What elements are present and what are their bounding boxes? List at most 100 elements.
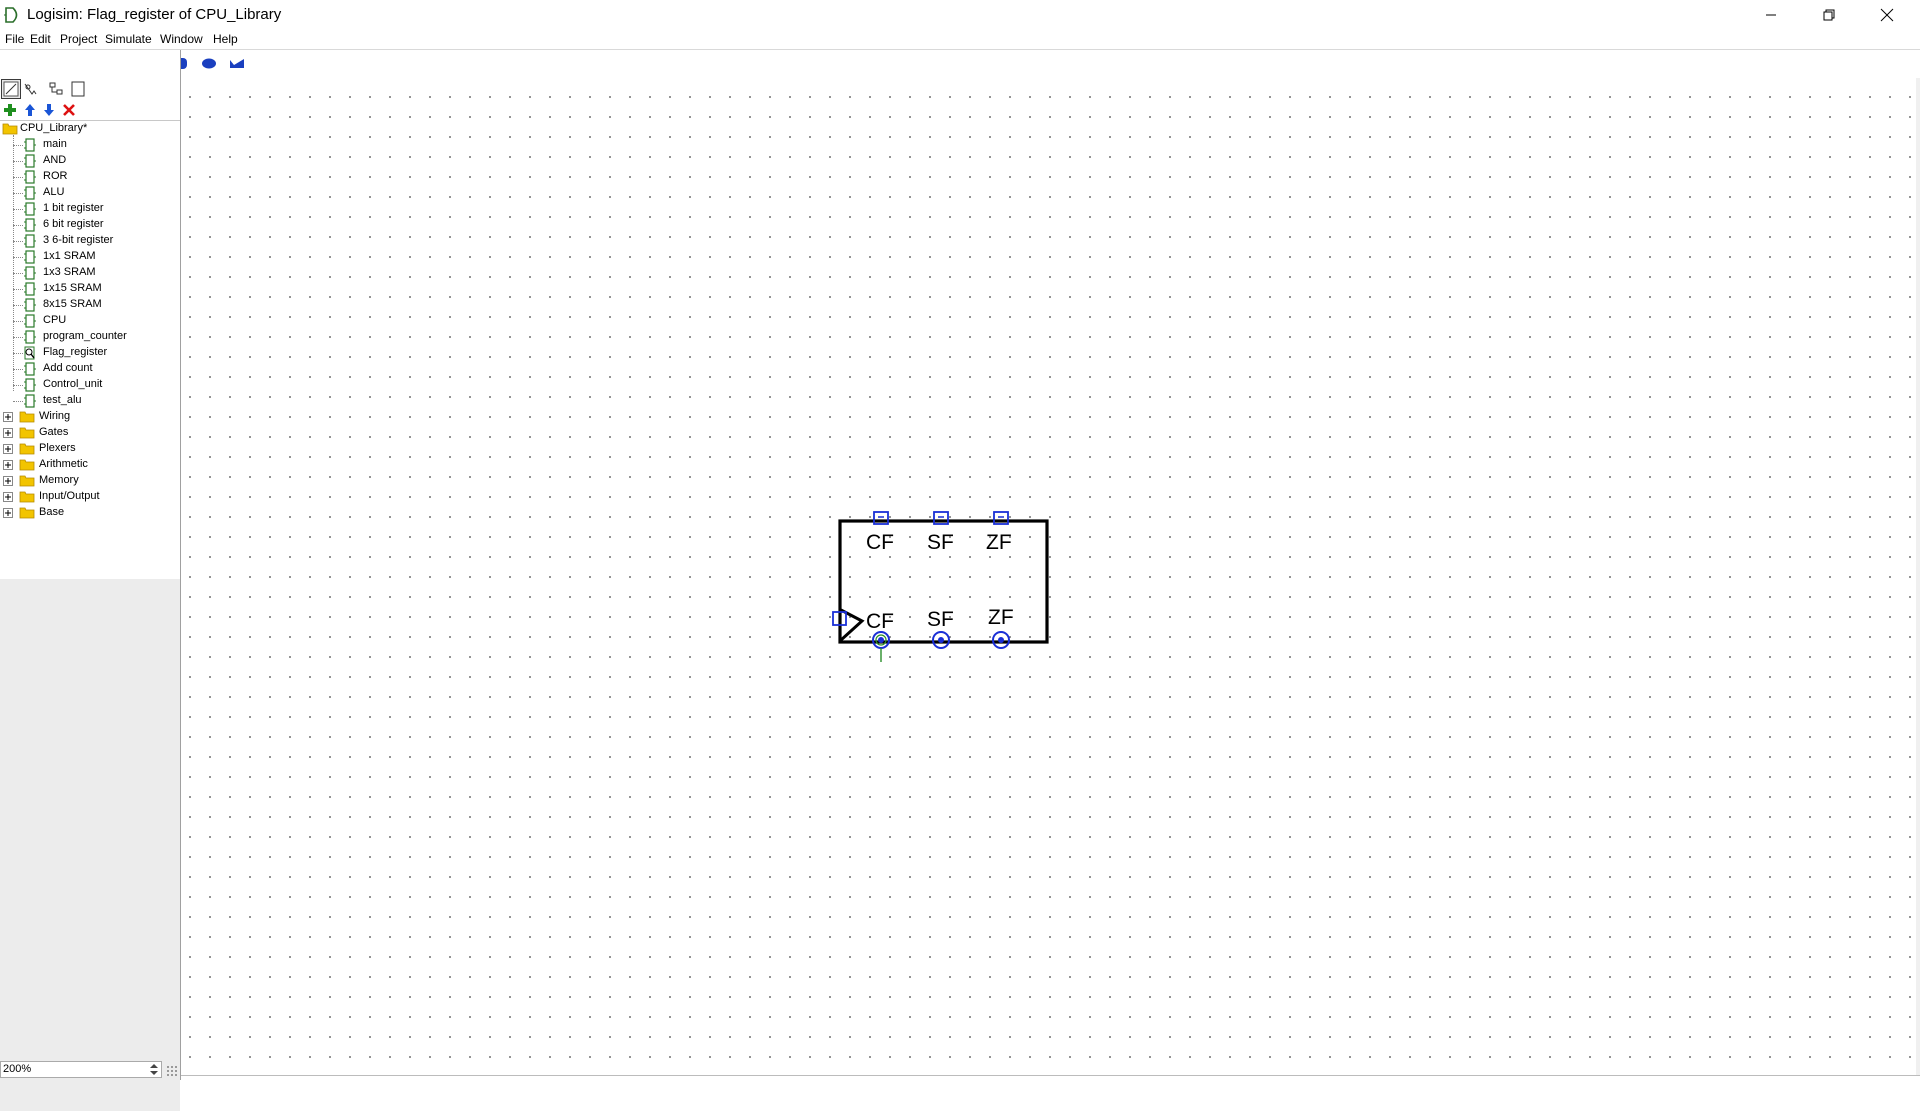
tree-circuit-item[interactable]: ROR [0,169,180,185]
tree-circuit-item[interactable]: program_counter [0,329,180,345]
tree-library-label: Gates [39,426,69,438]
tree-library-item[interactable]: Memory [0,473,180,489]
move-down-button[interactable] [39,100,59,120]
arrow-down-icon [44,104,54,116]
tree-circuit-label: 6 bit register [43,218,104,230]
menu-file[interactable]: File [5,32,24,46]
tree-circuit-item[interactable]: 1x15 SRAM [0,281,180,297]
tree-circuit-label: Add count [43,362,93,374]
folder-icon [19,507,35,519]
move-up-button[interactable] [20,100,40,120]
menu-project[interactable]: Project [60,32,97,46]
expand-plus-icon[interactable] [3,492,13,502]
grip-dots-icon [167,1066,177,1076]
menu-simulate[interactable]: Simulate [105,32,152,46]
oval-tool-button[interactable] [199,53,219,73]
tree-circuit-item[interactable]: 1x3 SRAM [0,265,180,281]
tree-circuit-item[interactable]: 6 bit register [0,217,180,233]
tree-circuit-item[interactable]: 1 bit register [0,201,180,217]
expand-plus-icon[interactable] [3,444,13,454]
add-circuit-button[interactable] [0,100,20,120]
vertical-scrollbar[interactable] [1916,78,1920,1075]
expand-plus-icon[interactable] [3,460,13,470]
subcircuit-icon [24,282,36,296]
subcircuit-icon [24,170,36,184]
tree-connector [13,257,23,258]
tree-circuit-item[interactable]: AND [0,153,180,169]
appearance-view-button[interactable] [20,79,40,99]
tree-connector [13,145,23,146]
layout-toggle-button[interactable] [68,79,88,99]
resize-grip[interactable] [166,1064,178,1076]
tree-circuit-item[interactable]: Control_unit [0,377,180,393]
tree-library-item[interactable]: Plexers [0,441,180,457]
menu-bar: File Edit Project Simulate Window Help [0,30,1920,50]
expand-plus-icon[interactable] [3,508,13,518]
tree-circuit-item[interactable]: test_alu [0,393,180,409]
tree-connector [13,241,23,242]
close-button[interactable] [1858,0,1916,30]
zoom-spinner[interactable] [147,1062,161,1077]
tree-library-item[interactable]: Arithmetic [0,457,180,473]
oval-icon [202,58,216,69]
tree-library-item[interactable]: Wiring [0,409,180,425]
tree-connector [13,305,23,306]
restore-button[interactable] [1800,0,1858,30]
canvas-header [181,50,1920,78]
tree-circuit-label: CPU [43,314,67,326]
tree-library-label: Arithmetic [39,458,88,470]
tree-connector [13,321,23,322]
toolbox-view-button[interactable] [1,79,21,99]
expand-plus-icon[interactable] [3,476,13,486]
arrow-up-icon [25,104,35,116]
expand-plus-icon[interactable] [3,428,13,438]
tree-connector [13,161,23,162]
tree-library-label: Memory [39,474,79,486]
tree-circuit-item[interactable]: ALU [0,185,180,201]
subcircuit-icon [24,186,36,200]
tree-circuit-item[interactable]: 8x15 SRAM [0,297,180,313]
menu-edit[interactable]: Edit [30,32,51,46]
tree-library-label: Plexers [39,442,76,454]
tree-circuit-item[interactable]: 1x1 SRAM [0,249,180,265]
subcircuit-icon [24,202,36,216]
tree-root[interactable]: CPU_Library* [0,121,180,137]
expand-plus-icon[interactable] [3,412,13,422]
folder-open-icon [2,123,18,135]
tree-root-label: CPU_Library* [20,122,88,134]
edit-circuit-icon [3,81,19,97]
subcircuit-icon [24,218,36,232]
simulation-tree-button[interactable] [46,79,66,99]
circuit-canvas[interactable] [181,78,1920,1075]
minimize-button[interactable] [1742,0,1800,30]
tree-library-item[interactable]: Base [0,505,180,521]
circuit-actions-toolbar [0,102,180,118]
tree-library-item[interactable]: Input/Output [0,489,180,505]
polygon-tool-button[interactable] [227,53,247,73]
tree-connector [13,273,23,274]
tree-circuit-label: 1x1 SRAM [43,250,96,262]
folder-icon [19,443,35,455]
delete-circuit-button[interactable] [59,100,79,120]
tree-circuit-item[interactable]: CPU [0,313,180,329]
folder-icon [19,491,35,503]
polygon-icon [230,59,244,68]
menu-help[interactable]: Help [213,32,238,46]
tree-circuit-label: AND [43,154,67,166]
tree-circuit-item[interactable]: 3 6-bit register [0,233,180,249]
subcircuit-icon [24,250,36,264]
tree-circuit-label: 1x3 SRAM [43,266,96,278]
subcircuit-icon [24,138,36,152]
zoom-field[interactable]: 200% [0,1061,162,1078]
tree-circuit-item[interactable]: main [0,137,180,153]
subcircuit-icon [24,314,36,328]
folder-icon [19,459,35,471]
menu-window[interactable]: Window [160,32,203,46]
tree-circuit-item[interactable]: Flag_register [0,345,180,361]
tree-circuit-item[interactable]: Add count [0,361,180,377]
hierarchy-icon [49,82,63,95]
tree-library-item[interactable]: Gates [0,425,180,441]
tree-connector [13,337,23,338]
explorer-toolbar [0,79,180,101]
restore-icon [1823,9,1835,21]
